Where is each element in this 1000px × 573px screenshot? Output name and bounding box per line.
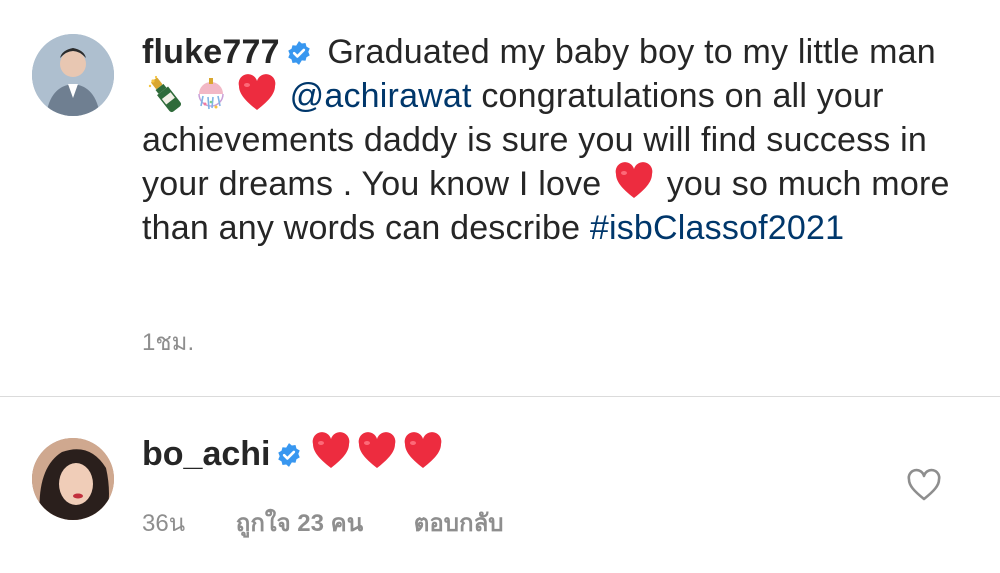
- avatar-image: [32, 34, 114, 116]
- hashtag-link[interactable]: #isbClassof2021: [590, 209, 844, 247]
- avatar-image: [32, 438, 114, 520]
- verified-badge-icon: [286, 33, 312, 65]
- caption-text-part1: Graduated my baby boy to my little man: [327, 33, 936, 71]
- reply-button[interactable]: ตอบกลับ: [414, 510, 504, 537]
- author-avatar[interactable]: [32, 34, 114, 116]
- author-username[interactable]: fluke777: [142, 33, 280, 71]
- red-heart-emoji: [403, 432, 443, 472]
- red-heart-emoji: [311, 432, 351, 472]
- comment-line: bo_achi: [142, 432, 446, 476]
- heart-outline-icon: [907, 468, 941, 501]
- verified-badge-icon: [276, 435, 302, 467]
- comment-like-count[interactable]: ถูกใจ 23 คน: [236, 510, 363, 537]
- red-heart-emoji: [614, 162, 654, 202]
- comment-meta: 36น ถูกใจ 23 คน ตอบกลับ: [142, 503, 548, 542]
- champagne-emoji: [145, 74, 185, 114]
- commenter-username[interactable]: bo_achi: [142, 435, 270, 473]
- divider: [0, 396, 1000, 397]
- like-comment-button[interactable]: [906, 468, 942, 502]
- mention-link[interactable]: @achirawat: [290, 77, 472, 115]
- caption-timestamp[interactable]: 1ชม.: [142, 322, 194, 361]
- red-heart-emoji: [237, 74, 277, 114]
- caption-block: fluke777 Graduated my baby boy to my lit…: [0, 0, 1000, 395]
- caption-text: fluke777 Graduated my baby boy to my lit…: [142, 30, 972, 250]
- commenter-avatar[interactable]: [32, 438, 114, 520]
- comment-timestamp[interactable]: 36น: [142, 510, 185, 537]
- confetti-ball-emoji: [191, 74, 231, 114]
- red-heart-emoji: [357, 432, 397, 472]
